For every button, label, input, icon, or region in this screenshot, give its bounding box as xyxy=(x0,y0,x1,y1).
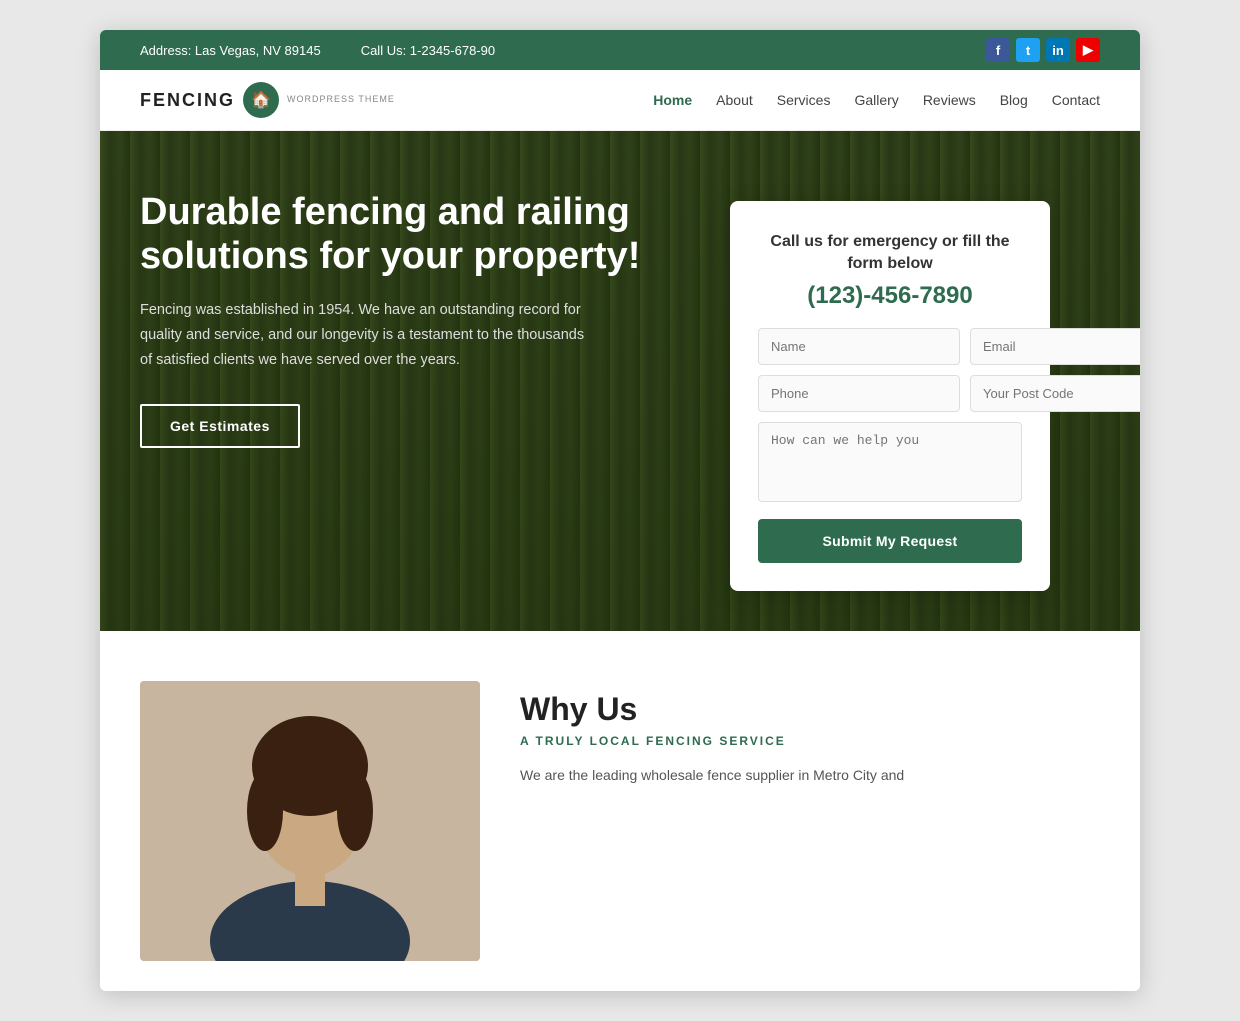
logo-text: FENCING xyxy=(140,90,235,111)
hero-left: Durable fencing and railing solutions fo… xyxy=(140,191,700,591)
nav-gallery[interactable]: Gallery xyxy=(854,92,898,108)
why-us-description: We are the leading wholesale fence suppl… xyxy=(520,764,1100,788)
nav-links: Home About Services Gallery Reviews Blog… xyxy=(653,92,1100,108)
browser-window: Address: Las Vegas, NV 89145 Call Us: 1-… xyxy=(100,30,1140,991)
address-label: Address: Las Vegas, NV 89145 xyxy=(140,43,321,58)
phone-input[interactable] xyxy=(758,375,960,412)
nav-blog[interactable]: Blog xyxy=(1000,92,1028,108)
hero-title: Durable fencing and railing solutions fo… xyxy=(140,191,700,278)
get-estimates-button[interactable]: Get Estimates xyxy=(140,404,300,448)
phone-label: Call Us: 1-2345-678-90 xyxy=(361,43,495,58)
nav-reviews[interactable]: Reviews xyxy=(923,92,976,108)
why-us-section: Why Us A TRULY LOCAL FENCING SERVICE We … xyxy=(100,631,1140,991)
postcode-input[interactable] xyxy=(970,375,1140,412)
person-image xyxy=(140,681,480,961)
facebook-icon[interactable]: f xyxy=(986,38,1010,62)
nav-bar: FENCING 🏠 WORDPRESS THEME Home About Ser… xyxy=(100,70,1140,131)
form-card-title: Call us for emergency or fill the form b… xyxy=(758,231,1022,276)
form-phone: (123)-456-7890 xyxy=(758,282,1022,310)
hero-section: Durable fencing and railing solutions fo… xyxy=(100,131,1140,631)
youtube-icon[interactable]: ▶ xyxy=(1076,38,1100,62)
why-us-subtitle: A TRULY LOCAL FENCING SERVICE xyxy=(520,734,1100,748)
nav-about[interactable]: About xyxy=(716,92,753,108)
email-input[interactable] xyxy=(970,328,1140,365)
message-textarea[interactable] xyxy=(758,422,1022,502)
hero-description: Fencing was established in 1954. We have… xyxy=(140,298,600,372)
top-bar-info: Address: Las Vegas, NV 89145 Call Us: 1-… xyxy=(140,43,495,58)
top-bar: Address: Las Vegas, NV 89145 Call Us: 1-… xyxy=(100,30,1140,70)
why-us-title: Why Us xyxy=(520,691,1100,728)
twitter-icon[interactable]: t xyxy=(1016,38,1040,62)
nav-services[interactable]: Services xyxy=(777,92,831,108)
hero-content: Durable fencing and railing solutions fo… xyxy=(100,131,1140,631)
why-us-image xyxy=(140,681,480,961)
form-row-name-email xyxy=(758,328,1022,365)
nav-home[interactable]: Home xyxy=(653,92,692,108)
contact-form-card: Call us for emergency or fill the form b… xyxy=(730,201,1050,591)
why-us-text: Why Us A TRULY LOCAL FENCING SERVICE We … xyxy=(520,681,1100,788)
logo: FENCING 🏠 WORDPRESS THEME xyxy=(140,82,395,118)
nav-contact[interactable]: Contact xyxy=(1052,92,1100,108)
linkedin-icon[interactable]: in xyxy=(1046,38,1070,62)
submit-button[interactable]: Submit My Request xyxy=(758,519,1022,563)
logo-subtitle: WORDPRESS THEME xyxy=(287,94,395,104)
name-input[interactable] xyxy=(758,328,960,365)
social-icons: f t in ▶ xyxy=(986,38,1100,62)
form-row-phone-postcode xyxy=(758,375,1022,412)
logo-icon: 🏠 xyxy=(243,82,279,118)
